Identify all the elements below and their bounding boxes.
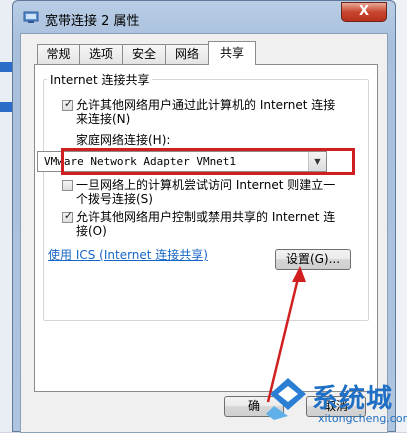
check-icon: ✓	[63, 97, 74, 110]
allow-share-checkbox[interactable]: ✓	[62, 97, 74, 111]
check-icon: ✓	[63, 209, 74, 222]
watermark-url: xitongcheng.com	[318, 412, 407, 425]
close-icon: X	[358, 4, 370, 19]
tab-networking[interactable]: 网络	[165, 44, 209, 64]
tab-sharing[interactable]: 共享	[208, 41, 256, 65]
home-network-label: 家庭网络连接(H):	[76, 133, 171, 147]
window-title: 宽带连接 2 属性	[45, 14, 140, 29]
network-connection-icon	[23, 11, 39, 23]
allow-control-checkbox[interactable]: ✓	[62, 209, 74, 223]
allow-share-label: 允许其他网络用户通过此计算机的 Internet 连接	[76, 98, 336, 112]
highlight-box	[61, 148, 355, 175]
close-button[interactable]: X	[341, 2, 387, 22]
group-title: Internet 连接共享	[47, 71, 153, 88]
allow-share-label-line2: 来连接(N)	[76, 112, 131, 126]
tab-options[interactable]: 选项	[79, 44, 123, 64]
watermark-text: 系统城	[312, 384, 394, 414]
dial-on-demand-label: 一旦网络上的计算机尝试访问 Internet 则建立一	[76, 178, 336, 192]
settings-button[interactable]: 设置(G)...	[275, 249, 351, 270]
ics-help-link[interactable]: 使用 ICS (Internet 连接共享)	[48, 246, 208, 263]
dial-on-demand-checkbox[interactable]	[62, 180, 73, 191]
allow-control-label-line2: 接(O)	[76, 224, 107, 238]
tab-security[interactable]: 安全	[122, 44, 166, 64]
dial-on-demand-label-line2: 个拨号连接(S)	[76, 192, 153, 206]
title-bar[interactable]: 宽带连接 2 属性 X	[13, 1, 395, 35]
allow-control-label: 允许其他网络用户控制或禁用共享的 Internet 连	[76, 210, 336, 224]
tab-general[interactable]: 常规	[37, 44, 80, 64]
